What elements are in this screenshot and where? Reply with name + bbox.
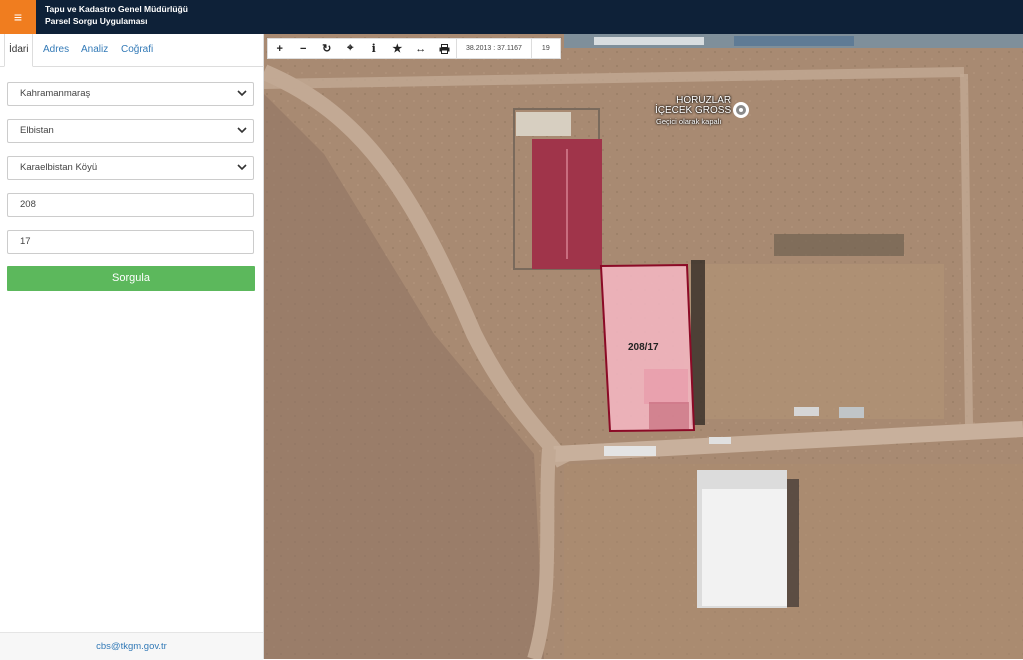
chevron-down-icon bbox=[237, 164, 247, 171]
zoom-in-icon: + bbox=[276, 42, 283, 55]
tab-bar: İdari Adres Analiz Coğrafi bbox=[0, 34, 263, 67]
query-button[interactable]: Sorgula bbox=[7, 266, 255, 291]
refresh-icon: ↻ bbox=[322, 43, 332, 55]
hamburger-icon: ≡ bbox=[13, 9, 23, 25]
measure-icon: ↔ bbox=[415, 42, 427, 55]
refresh-button[interactable]: ↻ bbox=[315, 39, 339, 58]
district-select-value: Elbistan bbox=[20, 125, 54, 136]
print-button[interactable] bbox=[433, 39, 457, 58]
tab-analiz[interactable]: Analiz bbox=[81, 34, 108, 66]
app-title-line1: Tapu ve Kadastro Genel Müdürlüğü bbox=[45, 4, 188, 14]
tab-idari[interactable]: İdari bbox=[4, 34, 34, 67]
parcel-label[interactable]: 208/17 bbox=[628, 342, 659, 353]
footer-email-link[interactable]: cbs@tkgm.gov.tr bbox=[0, 632, 263, 660]
province-select[interactable]: Kahramanmaraş bbox=[7, 82, 254, 106]
neighborhood-select-value: Karaelbistan Köyü bbox=[20, 162, 98, 173]
sidebar: İdari Adres Analiz Coğrafi Kahramanmaraş… bbox=[0, 34, 264, 660]
favorite-icon: ★ bbox=[392, 43, 403, 55]
tab-adres[interactable]: Adres bbox=[43, 34, 69, 66]
print-icon bbox=[439, 43, 450, 54]
province-select-value: Kahramanmaraş bbox=[20, 88, 91, 99]
coordinate-readout: 38.2013 : 37.1167 bbox=[456, 39, 532, 58]
poi-status: Geçici olarak kapalı bbox=[656, 117, 722, 126]
zoom-level: 19 bbox=[541, 45, 550, 52]
locate-icon: ⌖ bbox=[347, 42, 354, 54]
district-select[interactable]: Elbistan bbox=[7, 119, 254, 143]
tab-cografi[interactable]: Coğrafi bbox=[121, 34, 153, 66]
app-title-line2: Parsel Sorgu Uygulaması bbox=[45, 16, 148, 26]
app-header: ≡ Tapu ve Kadastro Genel Müdürlüğü Parse… bbox=[0, 0, 1023, 34]
poi-label[interactable]: HORUZLAR İÇECEK GROSS bbox=[655, 96, 731, 116]
map-toolbar: + − ↻ ⌖ i ★ ↔ 38.2013 : 37.1167 19 bbox=[267, 38, 561, 59]
locate-button[interactable]: ⌖ bbox=[339, 39, 363, 58]
favorite-button[interactable]: ★ bbox=[386, 39, 410, 58]
parcel-input[interactable]: 17 bbox=[7, 230, 254, 254]
app-title: Tapu ve Kadastro Genel Müdürlüğü Parsel … bbox=[45, 3, 188, 27]
chevron-down-icon bbox=[237, 127, 247, 134]
hamburger-menu-button[interactable]: ≡ bbox=[0, 0, 36, 34]
measure-button[interactable]: ↔ bbox=[409, 39, 433, 58]
neighborhood-select[interactable]: Karaelbistan Köyü bbox=[7, 156, 254, 180]
zoom-in-button[interactable]: + bbox=[268, 39, 292, 58]
info-button[interactable]: i bbox=[362, 39, 386, 58]
chevron-down-icon bbox=[237, 90, 247, 97]
block-input[interactable]: 208 bbox=[7, 193, 254, 217]
info-icon: i bbox=[371, 42, 376, 55]
zoom-out-button[interactable]: − bbox=[292, 39, 316, 58]
zoom-out-icon: − bbox=[300, 42, 307, 55]
poi-name-line2: İÇECEK GROSS bbox=[655, 105, 732, 116]
